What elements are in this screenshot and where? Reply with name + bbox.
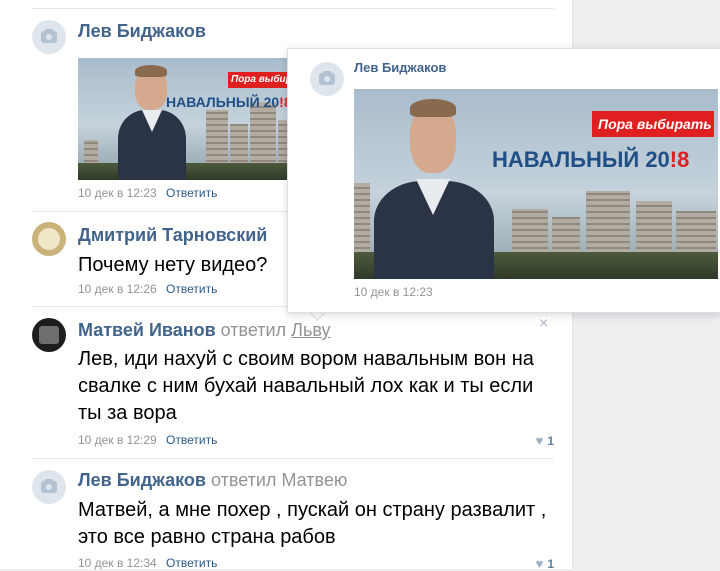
avatar-image [39, 326, 59, 344]
banner-slogan: НАВАЛЬНЫЙ 20!8 [166, 94, 290, 110]
banner-badge: Пора выбирать [228, 72, 290, 88]
banner-slogan-name: НАВАЛЬНЫЙ 20 [492, 147, 670, 172]
comment-date[interactable]: 10 дек в 12:23 [78, 186, 157, 200]
comment-meta: 10 дек в 12:34 Ответить [78, 556, 217, 570]
banner-slogan: НАВАЛЬНЫЙ 20!8 [492, 147, 689, 173]
comment-text: Лев, иди нахуй с своим вором навальным в… [78, 348, 534, 424]
avatar-image [38, 228, 60, 250]
banner-slogan-name: НАВАЛЬНЫЙ 20 [166, 94, 280, 110]
camera-icon [319, 71, 335, 85]
camera-icon [41, 29, 57, 43]
banner-slogan-year: !8 [669, 147, 690, 172]
banner-hair [410, 99, 456, 117]
comment-meta: 10 дек в 12:26 Ответить [78, 282, 217, 296]
reply-to-word: ответил [220, 320, 287, 340]
comment-text: Матвей, а мне похер , пускай он страну р… [78, 499, 547, 548]
camera-icon [41, 479, 57, 493]
reply-button[interactable]: Ответить [166, 282, 217, 296]
reply-to-link[interactable]: Льву [291, 320, 330, 340]
avatar[interactable] [32, 222, 66, 256]
comment-author[interactable]: Лев Биджаков ответил Матвею [78, 470, 347, 491]
author-name[interactable]: Матвей Иванов [78, 320, 216, 340]
like-count: 1 [547, 434, 554, 448]
attached-image[interactable]: Пора выбирать НАВАЛЬНЫЙ 20!8 [78, 58, 290, 180]
avatar[interactable] [32, 318, 66, 352]
reply-button[interactable]: Ответить [166, 433, 217, 447]
comment-meta: 10 дек в 12:23 Ответить [78, 186, 217, 200]
comment-date[interactable]: 10 дек в 12:34 [78, 556, 157, 570]
banner-hair [135, 65, 167, 77]
divider [32, 8, 554, 9]
comment-date[interactable]: 10 дек в 12:26 [78, 282, 157, 296]
popup-date: 10 дек в 12:23 [354, 285, 433, 299]
banner-badge: Пора выбирать [592, 111, 714, 137]
comment-author[interactable]: Дмитрий Тарновский [78, 225, 267, 246]
comment-author[interactable]: Лев Биджаков [78, 21, 206, 42]
heart-icon: ♥ [535, 433, 544, 448]
comment-date[interactable]: 10 дек в 12:29 [78, 433, 157, 447]
avatar[interactable] [310, 62, 344, 96]
divider [32, 458, 554, 459]
reply-to-word: ответил [210, 470, 277, 490]
author-name[interactable]: Лев Биджаков [78, 470, 206, 490]
comment-author[interactable]: Матвей Иванов ответил Льву [78, 320, 330, 341]
popup-author[interactable]: Лев Биджаков [354, 60, 446, 75]
like-button[interactable]: ♥ 1 [536, 433, 554, 448]
popup-image[interactable]: Пора выбирать НАВАЛЬНЫЙ 20!8 [354, 89, 718, 279]
reply-button[interactable]: Ответить [166, 556, 217, 570]
avatar[interactable] [32, 470, 66, 504]
comment-meta: 10 дек в 12:29 Ответить [78, 433, 217, 447]
close-icon[interactable]: × [539, 315, 548, 333]
reply-to-name[interactable]: Матвею [281, 470, 347, 490]
reply-button[interactable]: Ответить [166, 186, 217, 200]
comment-preview-popup: Лев Биджаков Пора выбирать НАВАЛЬНЫЙ 20!… [287, 48, 720, 313]
avatar[interactable] [32, 20, 66, 54]
